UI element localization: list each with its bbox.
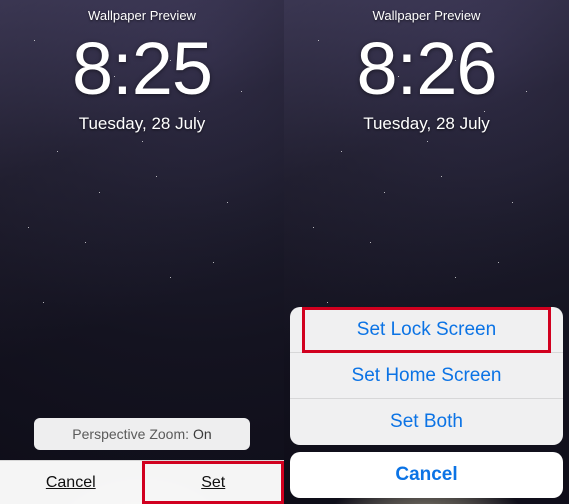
set-button[interactable]: Set [143, 461, 285, 504]
action-sheet-cancel-button[interactable]: Cancel [290, 452, 563, 498]
lockscreen-date: Tuesday, 28 July [0, 114, 284, 134]
perspective-zoom-value: On [193, 426, 212, 442]
bottom-toolbar: Cancel Set [0, 460, 284, 504]
lockscreen-clock: 8:26 [284, 26, 569, 111]
action-sheet-options: Set Lock Screen Set Home Screen Set Both [290, 307, 563, 445]
lockscreen-date: Tuesday, 28 July [284, 114, 569, 134]
set-lock-screen-button[interactable]: Set Lock Screen [290, 307, 563, 353]
screen-title: Wallpaper Preview [284, 8, 569, 23]
set-home-screen-button[interactable]: Set Home Screen [290, 353, 563, 399]
action-sheet: Set Lock Screen Set Home Screen Set Both… [290, 307, 563, 498]
lockscreen-clock: 8:25 [0, 26, 284, 111]
cancel-button[interactable]: Cancel [0, 461, 143, 504]
wallpaper-preview-screen-initial: Wallpaper Preview 8:25 Tuesday, 28 July … [0, 0, 284, 504]
wallpaper-preview-screen-actionsheet: Wallpaper Preview 8:26 Tuesday, 28 July … [284, 0, 569, 504]
perspective-zoom-toggle[interactable]: Perspective Zoom: On [34, 418, 250, 450]
screen-title: Wallpaper Preview [0, 8, 284, 23]
perspective-zoom-label: Perspective Zoom: [72, 426, 189, 442]
set-both-button[interactable]: Set Both [290, 399, 563, 445]
